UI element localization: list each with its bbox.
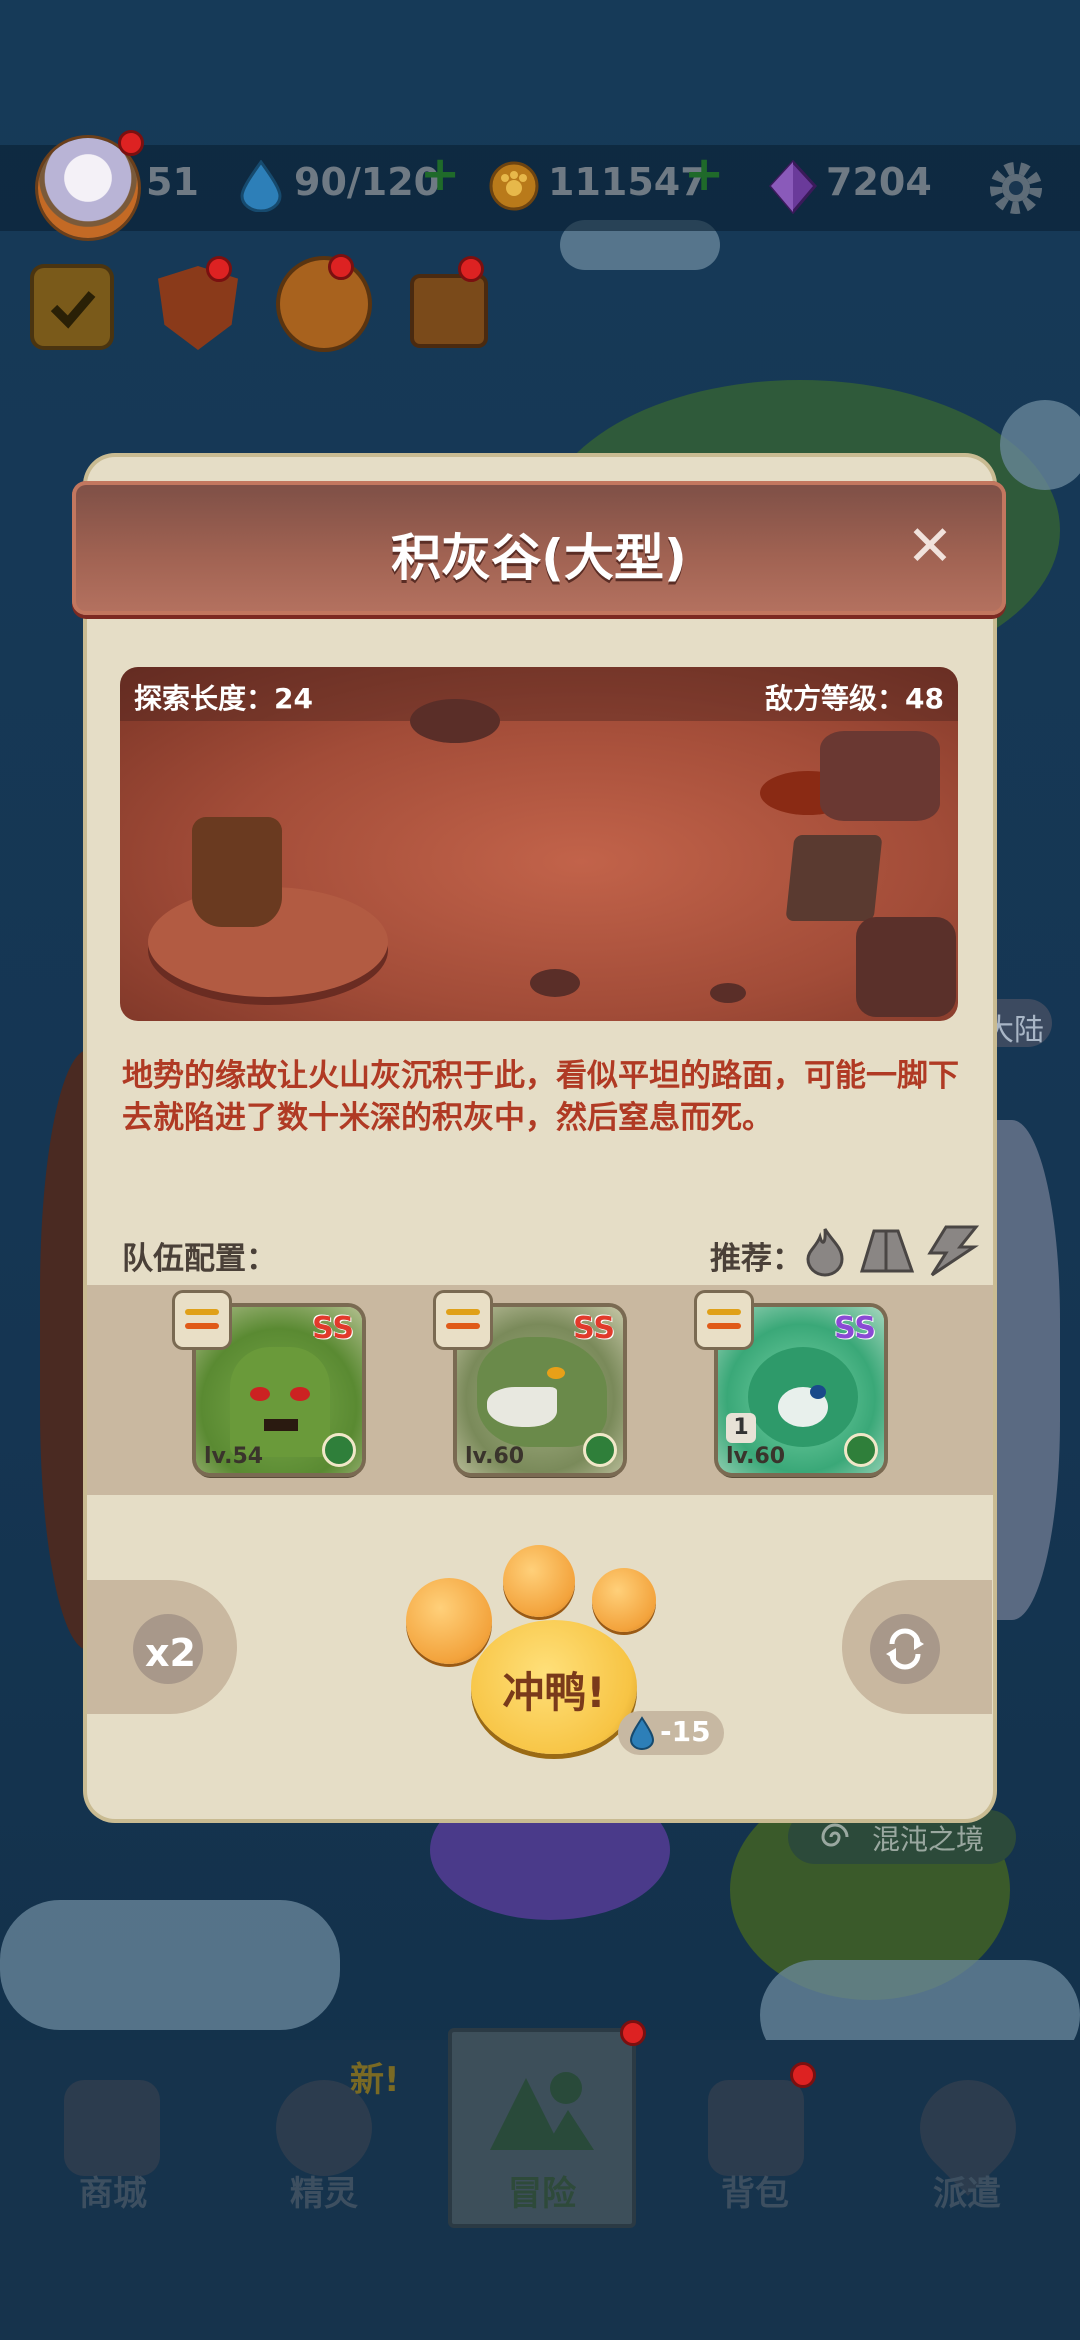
creature-level: lv.54 (204, 1444, 264, 1469)
nav-item-spirit[interactable]: 精灵 (229, 2166, 419, 2215)
energy-cost: -15 (660, 1715, 711, 1748)
backpack-icon (708, 2080, 804, 2176)
nav-item-dispatch[interactable]: 派遣 (872, 2166, 1062, 2215)
add-coin-button[interactable]: + (684, 146, 724, 202)
stage-preview-image: 探索长度：24 敌方等级：48 (120, 667, 958, 1021)
dialog-title: 积灰谷(大型) (391, 529, 687, 587)
fire-icon (806, 1228, 844, 1277)
task-check-icon[interactable] (34, 268, 110, 346)
explore-length: 探索长度：24 (134, 682, 313, 715)
paw-toe (406, 1578, 492, 1664)
count-badge: 1 (726, 1413, 756, 1443)
lava-rock (785, 835, 883, 921)
continent-label: 大陆 (984, 1013, 1044, 1048)
slot-tag[interactable] (436, 1293, 490, 1347)
speed-label: x2 (145, 1631, 196, 1675)
nav-item-backpack[interactable]: 背包 (660, 2166, 850, 2215)
leaf-icon (583, 1433, 617, 1467)
wolf-creature (477, 1337, 607, 1447)
coin-icon (489, 161, 539, 211)
dragon-creature (748, 1347, 858, 1447)
leaf-icon (844, 1433, 878, 1467)
notification-dot (118, 130, 144, 156)
recommend-label: 推荐： (710, 1241, 803, 1277)
shop-icon (64, 2080, 160, 2176)
player-level: 51 (146, 160, 199, 204)
chaos-realm-label: 混沌之境 (872, 1823, 985, 1856)
notification-dot (790, 2062, 816, 2088)
nav-item-shop[interactable]: 商城 (18, 2166, 208, 2215)
mascot-event-icon[interactable] (280, 260, 368, 348)
creature-level: lv.60 (465, 1444, 525, 1469)
go-button-label: 冲鸭! (502, 1668, 606, 1717)
paw-toe (592, 1568, 656, 1632)
new-badge: 新! (350, 2060, 400, 2100)
enemy-level: 敌方等级：48 (765, 682, 944, 715)
cactus-creature (230, 1347, 330, 1457)
coin-value: 111547 (548, 160, 707, 204)
notification-dot (620, 2020, 646, 2046)
grade-badge: SS (573, 1311, 615, 1346)
nav-item-adventure[interactable]: 冒险 (447, 2166, 637, 2215)
leaf-icon (322, 1433, 356, 1467)
close-button[interactable]: ✕ (898, 518, 962, 578)
water-drop-icon (629, 1716, 655, 1750)
slot-tag[interactable] (697, 1293, 751, 1347)
paw-toe (503, 1545, 575, 1617)
notification-dot (206, 256, 232, 282)
gift-icon[interactable] (414, 278, 484, 344)
water-drop-icon (240, 160, 282, 212)
slot-tag[interactable] (175, 1293, 229, 1347)
swap-icon (886, 1628, 924, 1670)
earth-icon (859, 1229, 915, 1273)
creature-level: lv.60 (726, 1444, 786, 1469)
lightning-icon (927, 1225, 980, 1277)
stage-description: 地势的缘故让火山灰沉积于此，看似平坦的路面，可能一脚下去就陷进了数十米深的积灰中… (122, 1058, 959, 1136)
swirl-icon (821, 1823, 849, 1847)
team-config-label: 队伍配置： (122, 1241, 277, 1277)
add-energy-button[interactable]: + (420, 146, 460, 202)
gem-value: 7204 (826, 160, 932, 204)
grade-badge: SS (312, 1311, 354, 1346)
mountain-icon (490, 2072, 594, 2150)
tree-stump (192, 817, 282, 927)
energy-value: 90/120 (294, 160, 441, 204)
notification-dot (328, 254, 354, 280)
grade-badge: SS (834, 1311, 876, 1346)
notification-dot (458, 256, 484, 282)
gem-icon (769, 160, 817, 214)
settings-gear-icon[interactable] (986, 158, 1046, 218)
